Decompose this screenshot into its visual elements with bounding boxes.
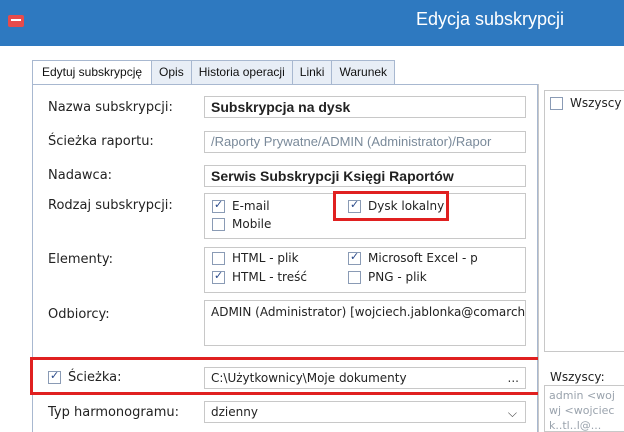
schedule-type-value: dzienny: [211, 405, 258, 419]
element-excel-option[interactable]: Microsoft Excel - p: [348, 250, 478, 265]
title-bar: Edycja subskrypcji: [0, 0, 624, 46]
select-all-top-label: Wszyscy: [570, 96, 622, 110]
type-mobile-label: Mobile: [232, 217, 272, 231]
tab-description[interactable]: Opis: [151, 60, 192, 84]
select-all-bottom-label: Wszyscy:: [550, 370, 605, 384]
schedule-type-select[interactable]: dzienny ⌵: [204, 401, 526, 423]
select-all-top[interactable]: Wszyscy: [550, 96, 621, 110]
type-email-label: E-mail: [232, 199, 270, 213]
subscription-name-input[interactable]: Subskrypcja na dysk: [204, 96, 526, 118]
tab-operation-history[interactable]: Historia operacji: [190, 60, 293, 84]
folder-path-highlight: [30, 357, 542, 395]
type-email-option[interactable]: E-mail: [212, 198, 270, 213]
local-disk-highlight: [333, 191, 449, 221]
side-recipient-item: wj <wojciec: [549, 404, 615, 417]
checkbox-html-content[interactable]: [212, 269, 225, 284]
sender-input[interactable]: Serwis Subskrypcji Księgi Raportów: [204, 165, 526, 187]
element-html-file-option[interactable]: HTML - plik: [212, 251, 299, 265]
sender-label: Nadawca:: [48, 168, 113, 183]
chevron-down-icon: ⌵: [507, 406, 517, 420]
recipients-list[interactable]: ADMIN (Administrator) [wojciech.jablonka…: [204, 300, 526, 346]
recipients-side-list: [544, 90, 624, 352]
checkbox-html-file[interactable]: [212, 251, 225, 265]
subscription-type-label: Rodzaj subskrypcji:: [48, 198, 173, 213]
window-title: Edycja subskrypcji: [415, 9, 564, 29]
element-html-file-label: HTML - plik: [232, 251, 299, 265]
subscription-name-label: Nazwa subskrypcji:: [48, 100, 173, 115]
tab-links[interactable]: Linki: [291, 60, 333, 84]
recipients-label: Odbiorcy:: [48, 307, 110, 322]
tab-bar: Edytuj subskrypcję Opis Historia operacj…: [32, 60, 396, 85]
checkbox-png[interactable]: [348, 270, 361, 284]
side-recipient-item: admin <woj: [549, 389, 615, 402]
tab-edit-subscription[interactable]: Edytuj subskrypcję: [32, 60, 153, 85]
side-recipient-list[interactable]: admin <woj wj <wojciec k..tl..l@...: [544, 385, 624, 432]
checkbox-select-all-top[interactable]: [550, 96, 563, 110]
schedule-type-label: Typ harmonogramu:: [48, 405, 179, 420]
report-path-input[interactable]: /Raporty Prywatne/ADMIN (Administrator)/…: [204, 131, 526, 153]
checkbox-excel[interactable]: [348, 250, 361, 265]
checkbox-email[interactable]: [212, 198, 225, 213]
type-mobile-option[interactable]: Mobile: [212, 217, 271, 231]
element-html-content-option[interactable]: HTML - treść: [212, 269, 307, 284]
element-html-content-label: HTML - treść: [232, 270, 307, 284]
checkbox-mobile[interactable]: [212, 217, 225, 231]
element-png-option[interactable]: PNG - plik: [348, 270, 427, 284]
elements-label: Elementy:: [48, 252, 113, 267]
tab-condition[interactable]: Warunek: [331, 60, 396, 84]
app-icon: [8, 15, 24, 27]
report-path-label: Ścieżka raportu:: [48, 134, 154, 149]
element-png-label: PNG - plik: [368, 270, 427, 284]
side-recipient-item: k..tl..l@...: [549, 419, 602, 432]
element-excel-label: Microsoft Excel - p: [368, 251, 478, 265]
